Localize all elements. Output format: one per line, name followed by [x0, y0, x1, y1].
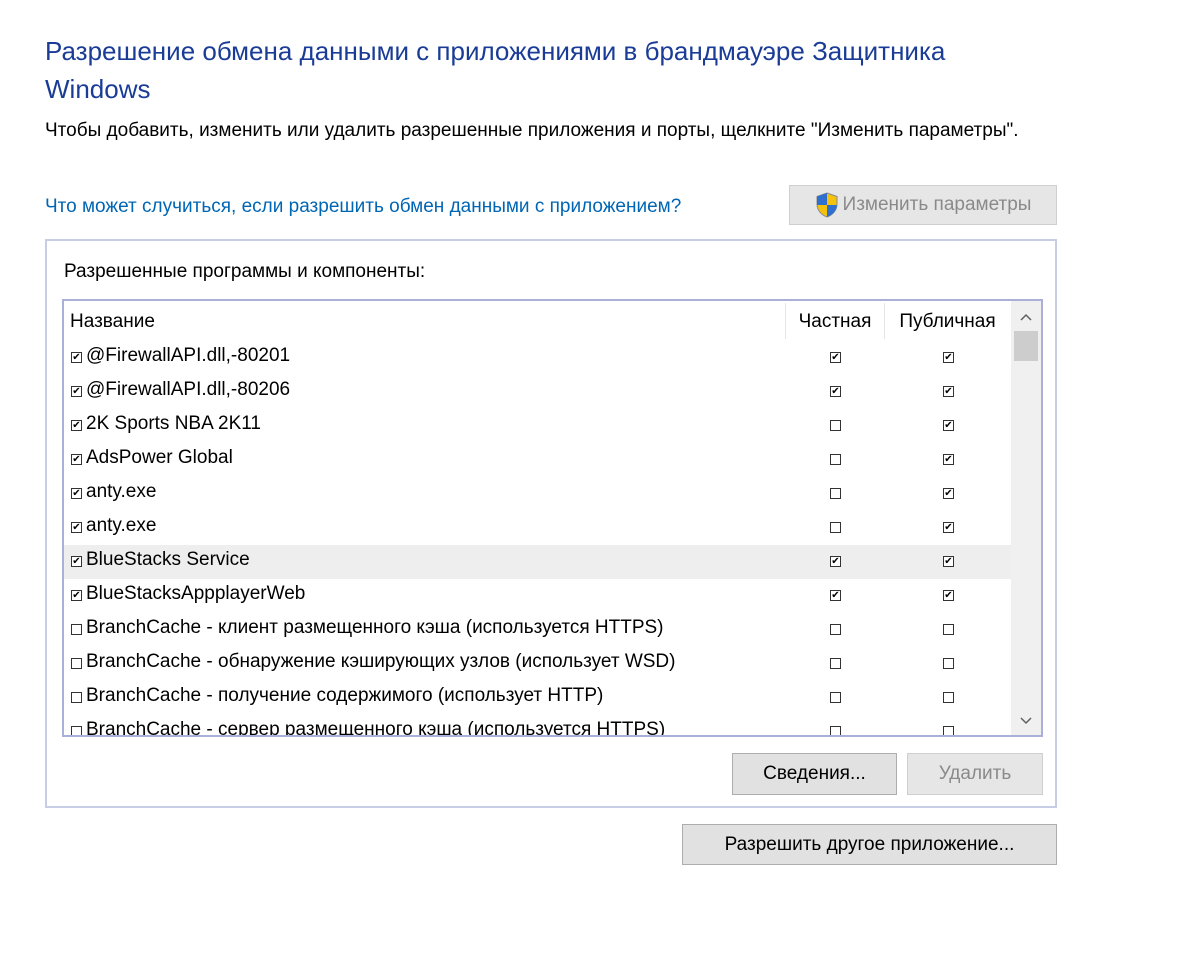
list-item[interactable]: BlueStacksAppplayerWeb: [64, 579, 1012, 613]
scrollbar-thumb[interactable]: [1014, 331, 1038, 361]
private-checkbox[interactable]: [830, 454, 841, 465]
enabled-checkbox[interactable]: [71, 624, 82, 635]
list-item[interactable]: BranchCache - обнаружение кэширующих узл…: [64, 647, 1012, 681]
change-settings-label: Изменить параметры: [842, 194, 1032, 215]
enabled-checkbox[interactable]: [71, 454, 82, 465]
scroll-up-icon[interactable]: [1011, 301, 1041, 331]
app-name: BranchCache - обнаружение кэширующих узл…: [86, 651, 676, 672]
uac-shield-icon: [816, 192, 838, 218]
enabled-checkbox[interactable]: [71, 386, 82, 397]
public-checkbox[interactable]: [943, 556, 954, 567]
public-checkbox[interactable]: [943, 420, 954, 431]
enabled-checkbox[interactable]: [71, 522, 82, 533]
private-checkbox[interactable]: [830, 488, 841, 499]
public-checkbox[interactable]: [943, 454, 954, 465]
allowed-apps-group: Разрешенные программы и компоненты: Назв…: [45, 239, 1057, 808]
private-checkbox[interactable]: [830, 386, 841, 397]
list-item[interactable]: 2K Sports NBA 2K11: [64, 409, 1012, 443]
public-checkbox[interactable]: [943, 522, 954, 533]
vertical-scrollbar[interactable]: [1011, 301, 1041, 735]
private-checkbox[interactable]: [830, 522, 841, 533]
private-checkbox[interactable]: [830, 692, 841, 703]
enabled-checkbox[interactable]: [71, 420, 82, 431]
remove-button[interactable]: Удалить: [907, 753, 1043, 795]
list-item[interactable]: BlueStacks Service: [64, 545, 1012, 579]
page-title: Разрешение обмена данными с приложениями…: [45, 36, 946, 104]
group-label: Разрешенные программы и компоненты:: [64, 261, 426, 282]
app-name: BlueStacksAppplayerWeb: [86, 583, 306, 604]
enabled-checkbox[interactable]: [71, 726, 82, 735]
list-item[interactable]: @FirewallAPI.dll,-80201: [64, 341, 1012, 375]
app-name: BranchCache - получение содержимого (исп…: [86, 685, 604, 706]
allowed-apps-list[interactable]: Название Частная Публичная @FirewallAPI.…: [62, 299, 1043, 737]
app-name: @FirewallAPI.dll,-80201: [86, 345, 291, 366]
public-checkbox[interactable]: [943, 488, 954, 499]
public-checkbox[interactable]: [943, 726, 954, 735]
list-header: Название Частная Публичная: [64, 301, 1012, 341]
list-item[interactable]: BranchCache - сервер размещенного кэша (…: [64, 715, 1012, 737]
help-link[interactable]: Что может случиться, если разрешить обме…: [45, 196, 681, 218]
app-name: AdsPower Global: [86, 447, 233, 468]
app-name: anty.exe: [86, 481, 157, 502]
app-name: 2K Sports NBA 2K11: [86, 413, 261, 434]
column-header-private[interactable]: Частная: [785, 311, 885, 333]
private-checkbox[interactable]: [830, 556, 841, 567]
change-settings-button[interactable]: Изменить параметры: [789, 185, 1057, 225]
enabled-checkbox[interactable]: [71, 556, 82, 567]
public-checkbox[interactable]: [943, 624, 954, 635]
public-checkbox[interactable]: [943, 352, 954, 363]
page-description: Чтобы добавить, изменить или удалить раз…: [45, 120, 1019, 141]
allow-another-app-button[interactable]: Разрешить другое приложение...: [682, 824, 1057, 865]
private-checkbox[interactable]: [830, 658, 841, 669]
list-item[interactable]: @FirewallAPI.dll,-80206: [64, 375, 1012, 409]
enabled-checkbox[interactable]: [71, 590, 82, 601]
app-name: anty.exe: [86, 515, 157, 536]
app-name: @FirewallAPI.dll,-80206: [86, 379, 291, 400]
enabled-checkbox[interactable]: [71, 692, 82, 703]
public-checkbox[interactable]: [943, 692, 954, 703]
private-checkbox[interactable]: [830, 590, 841, 601]
enabled-checkbox[interactable]: [71, 352, 82, 363]
public-checkbox[interactable]: [943, 658, 954, 669]
column-header-name[interactable]: Название: [70, 311, 155, 333]
app-name: BranchCache - клиент размещенного кэша (…: [86, 617, 664, 638]
list-item[interactable]: AdsPower Global: [64, 443, 1012, 477]
private-checkbox[interactable]: [830, 624, 841, 635]
list-item[interactable]: anty.exe: [64, 511, 1012, 545]
enabled-checkbox[interactable]: [71, 488, 82, 499]
scroll-down-icon[interactable]: [1011, 705, 1041, 735]
public-checkbox[interactable]: [943, 386, 954, 397]
list-item[interactable]: BranchCache - получение содержимого (исп…: [64, 681, 1012, 715]
enabled-checkbox[interactable]: [71, 658, 82, 669]
public-checkbox[interactable]: [943, 590, 954, 601]
list-item[interactable]: anty.exe: [64, 477, 1012, 511]
private-checkbox[interactable]: [830, 352, 841, 363]
private-checkbox[interactable]: [830, 726, 841, 735]
details-button[interactable]: Сведения...: [732, 753, 897, 795]
app-name: BranchCache - сервер размещенного кэша (…: [86, 719, 666, 737]
column-header-public[interactable]: Публичная: [885, 311, 1010, 333]
list-item[interactable]: BranchCache - клиент размещенного кэша (…: [64, 613, 1012, 647]
app-name: BlueStacks Service: [86, 549, 250, 570]
private-checkbox[interactable]: [830, 420, 841, 431]
